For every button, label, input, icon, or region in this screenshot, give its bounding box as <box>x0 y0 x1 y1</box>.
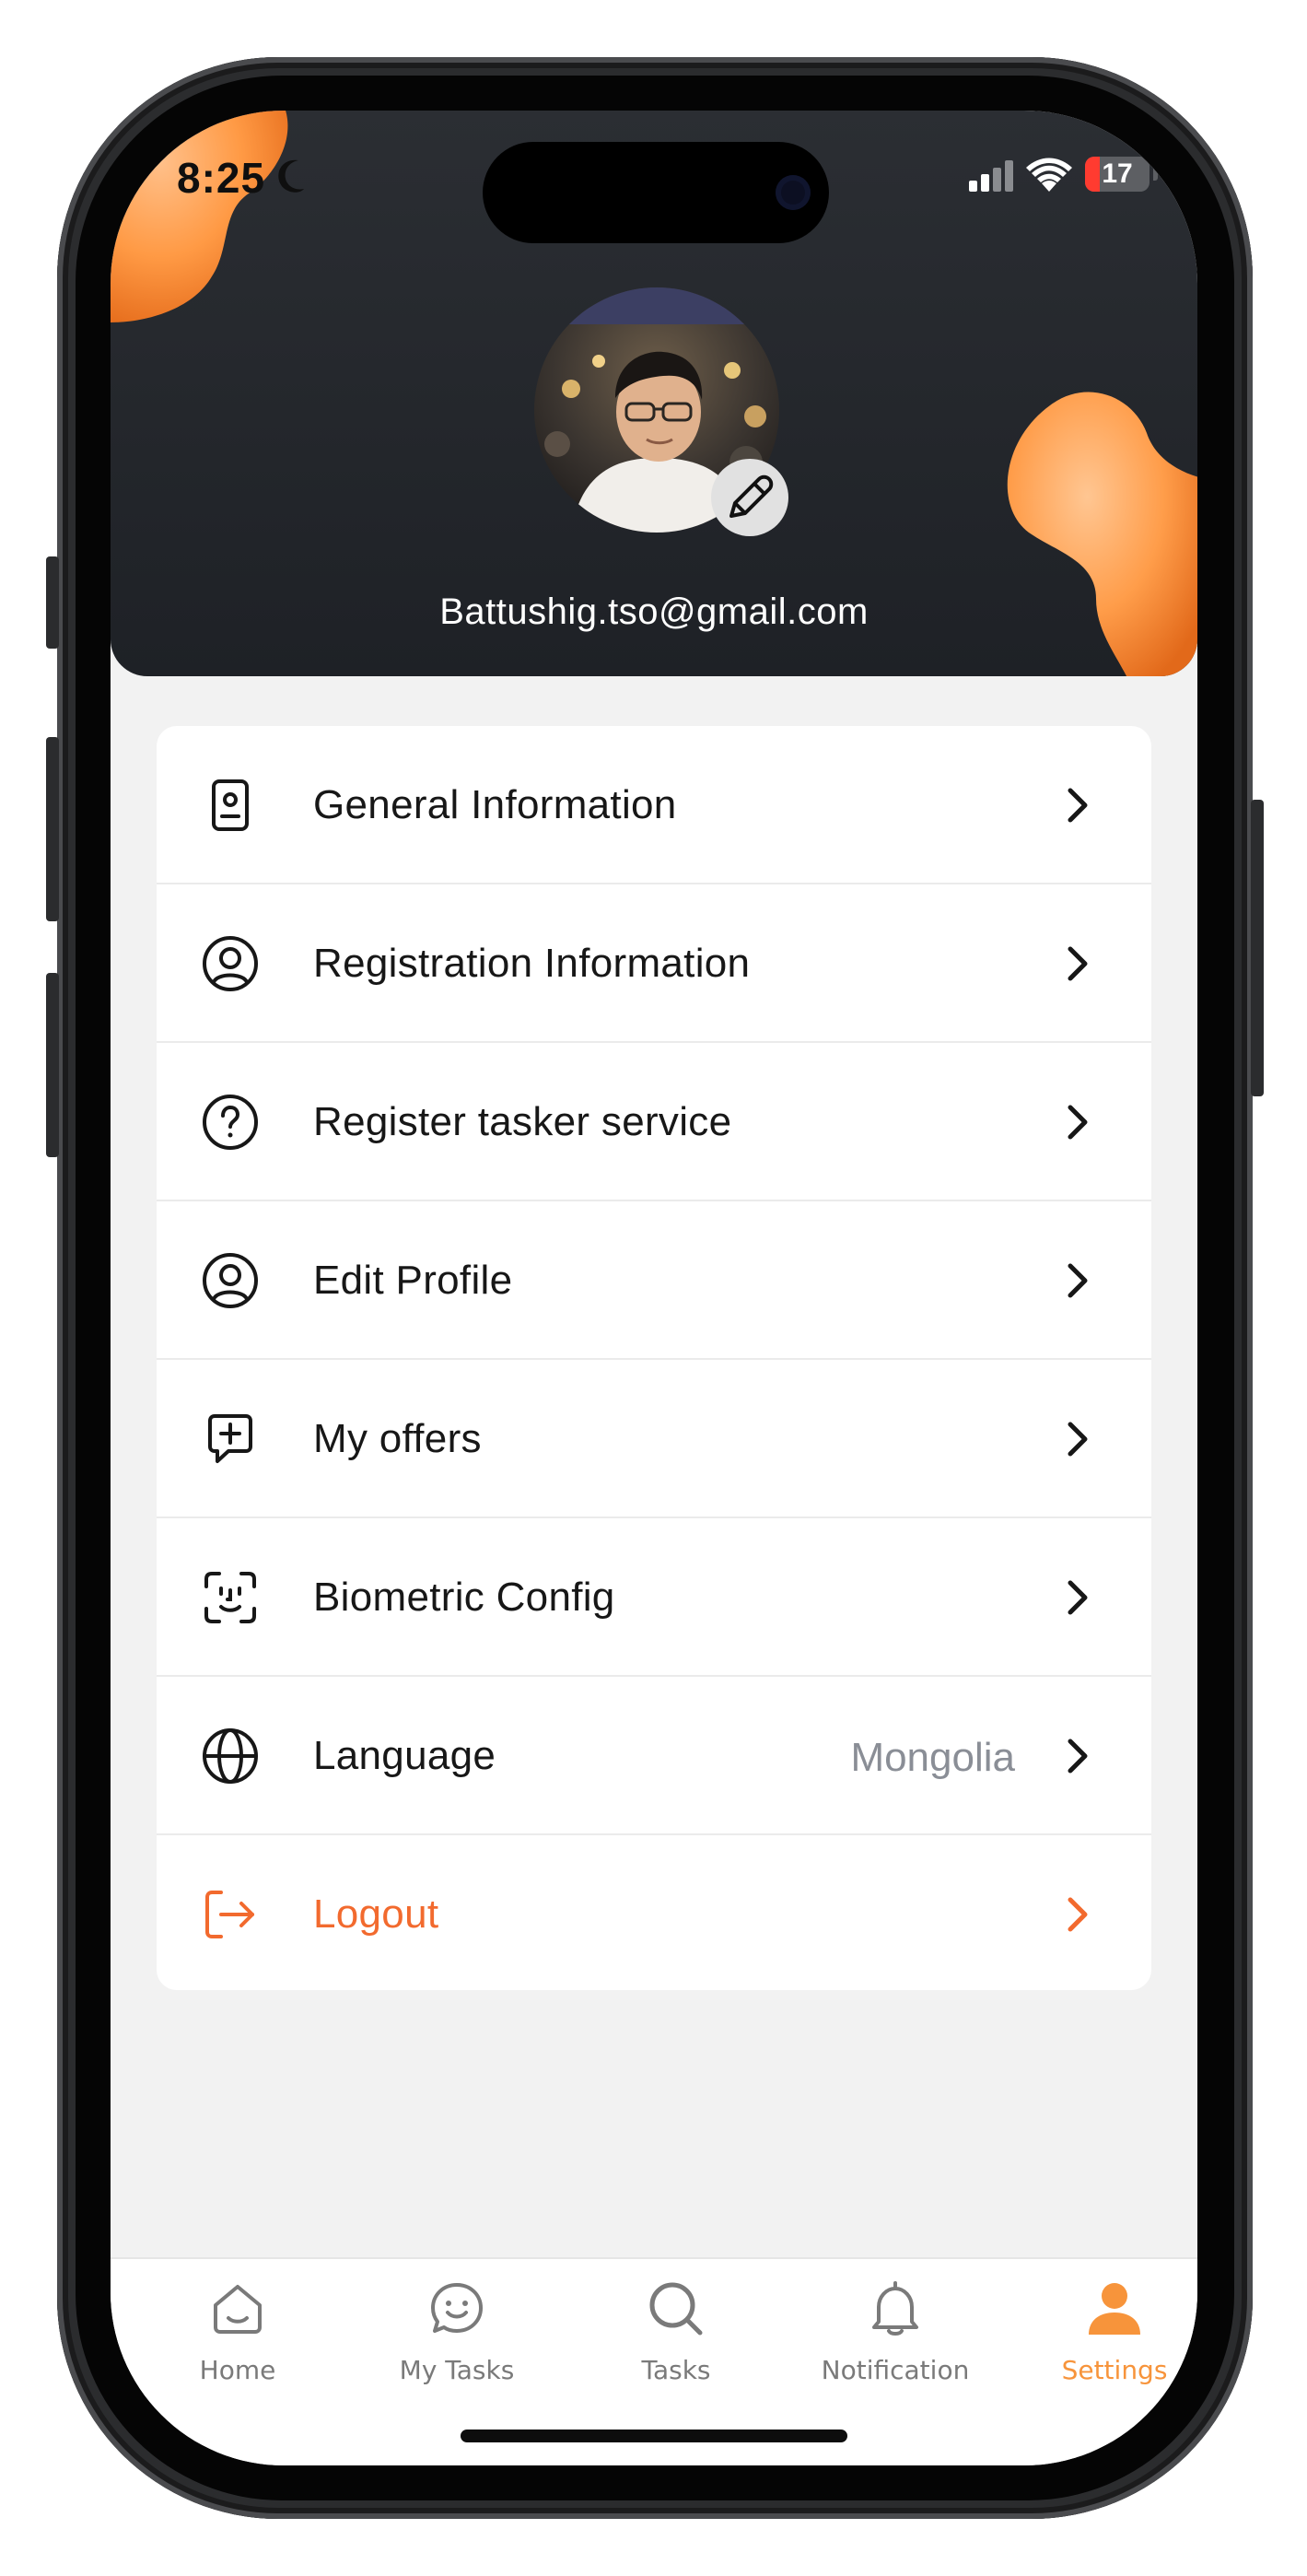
menu-item-label: General Information <box>313 782 677 827</box>
tab-home[interactable]: Home <box>146 2259 330 2425</box>
tab-tasks[interactable]: Tasks <box>584 2259 768 2425</box>
decorative-blob-left <box>111 111 288 322</box>
wifi-icon <box>1026 158 1072 192</box>
menu-item-label: Registration Information <box>313 941 751 986</box>
chevron-right-icon <box>1068 1580 1088 1615</box>
menu-item-register-tasker-service[interactable]: Register tasker service <box>157 1043 1151 1201</box>
dynamic-island <box>483 142 829 243</box>
tab-label: Home <box>199 2355 276 2385</box>
menu-item-biometric-config[interactable]: Biometric Config <box>157 1518 1151 1677</box>
tab-notification[interactable]: Notification <box>803 2259 987 2425</box>
bell-icon <box>872 2281 918 2336</box>
user-icon <box>1089 2283 1140 2335</box>
language-value: Mongolia <box>850 1735 1015 1780</box>
tab-label: Settings <box>1061 2355 1168 2385</box>
menu-item-general-information[interactable]: General Information <box>157 726 1151 884</box>
help-circle-icon <box>203 1095 258 1150</box>
id-badge-icon <box>212 779 249 831</box>
menu-item-label: My offers <box>313 1416 482 1461</box>
chevron-right-icon <box>1068 1263 1088 1298</box>
profile-header: 8:25 17 Battushig.tso@gmail.com <box>111 111 1197 676</box>
volume-up-button <box>46 737 59 921</box>
menu-item-language[interactable]: Language Mongolia <box>157 1677 1151 1835</box>
menu-item-label: Logout <box>313 1891 439 1937</box>
battery-icon: 17 <box>1085 157 1149 192</box>
menu-item-registration-information[interactable]: Registration Information <box>157 884 1151 1043</box>
bottom-tab-bar: Home My Tasks Tasks Notification Setting… <box>111 2257 1197 2465</box>
chat-plus-icon <box>208 1414 252 1463</box>
battery-percent: 17 <box>1102 158 1133 189</box>
menu-item-label: Language <box>313 1733 496 1778</box>
globe-icon <box>203 1728 258 1784</box>
tab-label: Tasks <box>641 2355 711 2385</box>
user-circle-icon <box>203 1253 258 1308</box>
chevron-right-icon <box>1068 1739 1088 1774</box>
user-circle-icon <box>203 936 258 991</box>
home-icon <box>214 2285 262 2334</box>
profile-email: Battushig.tso@gmail.com <box>439 591 869 632</box>
menu-item-label: Register tasker service <box>313 1099 732 1144</box>
smiley-chat-icon <box>431 2283 483 2333</box>
tab-label: Notification <box>821 2355 970 2385</box>
settings-menu: General Information Registration Informa… <box>157 726 1151 1990</box>
moon-icon <box>278 159 304 193</box>
action-button <box>46 556 59 649</box>
home-indicator <box>461 2430 847 2442</box>
menu-item-my-offers[interactable]: My offers <box>157 1360 1151 1518</box>
tab-settings[interactable]: Settings <box>1022 2259 1197 2425</box>
menu-item-label: Edit Profile <box>313 1258 513 1303</box>
tab-my-tasks[interactable]: My Tasks <box>365 2259 549 2425</box>
chevron-right-icon <box>1068 946 1088 981</box>
menu-item-logout[interactable]: Logout <box>157 1835 1151 1990</box>
volume-down-button <box>46 973 59 1157</box>
status-time: 8:25 <box>177 154 266 202</box>
menu-item-edit-profile[interactable]: Edit Profile <box>157 1201 1151 1360</box>
face-id-icon <box>204 1572 256 1623</box>
chevron-right-icon <box>1068 1422 1088 1457</box>
chevron-right-icon <box>1068 788 1088 823</box>
edit-avatar-button[interactable] <box>711 459 788 536</box>
pencil-icon <box>729 474 774 518</box>
search-icon <box>649 2282 703 2336</box>
front-camera <box>776 175 811 210</box>
menu-item-label: Biometric Config <box>313 1575 615 1620</box>
cellular-signal-icon <box>969 160 1013 192</box>
tab-label: My Tasks <box>399 2355 515 2385</box>
logout-icon <box>205 1891 254 1938</box>
screen: 8:25 17 Battushig.tso@gmail.com General … <box>111 111 1197 2465</box>
chevron-right-icon <box>1068 1897 1088 1932</box>
chevron-right-icon <box>1068 1105 1088 1140</box>
power-button <box>1251 800 1264 1096</box>
battery-tip <box>1153 168 1158 181</box>
